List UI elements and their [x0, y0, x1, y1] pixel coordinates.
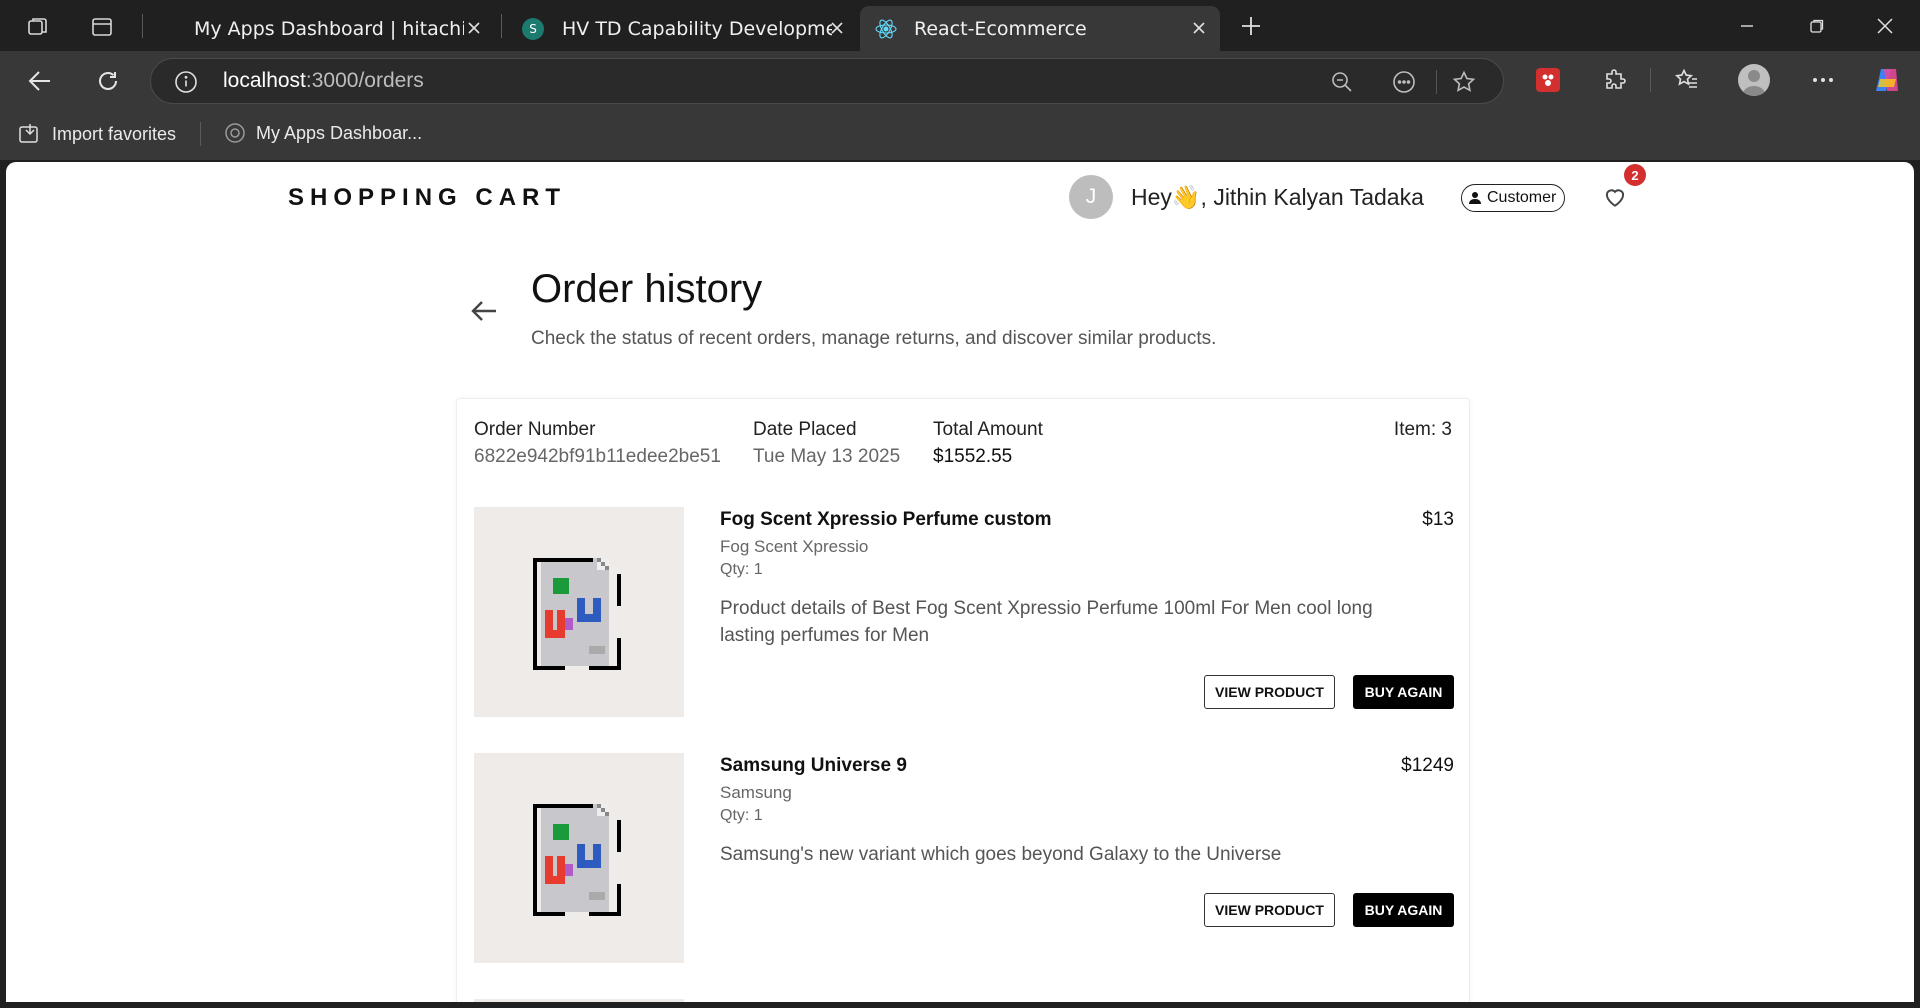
workspaces-icon[interactable]	[24, 13, 52, 41]
minimize-icon[interactable]	[1730, 12, 1764, 40]
total-amount-value: $1552.55	[933, 446, 1013, 467]
navigation-toolbar: localhost:3000/orders	[0, 51, 1920, 109]
close-icon[interactable]	[826, 17, 848, 39]
broken-image-icon[interactable]	[474, 753, 684, 963]
buy-again-button[interactable]: BUY AGAIN	[1353, 893, 1454, 927]
item-quantity: Qty: 1	[720, 561, 763, 578]
item-description: Samsung's new variant which goes beyond …	[720, 844, 1282, 865]
item-name[interactable]: Samsung Universe 9	[720, 755, 907, 777]
url-text[interactable]: localhost:3000/orders	[223, 69, 424, 93]
order-number-value: 6822e942bf91b11edee2be51	[474, 446, 721, 467]
broken-image-icon[interactable]	[474, 507, 684, 717]
page-subtitle: Check the status of recent orders, manag…	[531, 328, 1217, 349]
favorites-separator	[200, 122, 201, 146]
role-badge: Customer	[1461, 184, 1566, 212]
wishlist-count-badge: 2	[1624, 164, 1646, 186]
favorites-bar: Import favorites My Apps Dashboar...	[0, 109, 1920, 160]
buy-again-button[interactable]: BUY AGAIN	[1353, 675, 1454, 709]
import-favorites-label: Import favorites	[52, 123, 177, 144]
item-price: $1249	[1401, 755, 1454, 776]
close-icon[interactable]	[463, 17, 485, 39]
user-icon	[1469, 192, 1481, 204]
item-quantity: Qty: 1	[720, 807, 763, 824]
refresh-icon[interactable]	[92, 65, 124, 97]
back-icon[interactable]	[24, 65, 56, 97]
profile-avatar-icon[interactable]	[1737, 63, 1771, 97]
my-apps-favorite-label: My Apps Dashboar...	[256, 122, 423, 143]
item-brand: Samsung	[720, 783, 792, 802]
tab-title: My Apps Dashboard | hitachivanta	[194, 17, 464, 40]
greeting-text: Hey👋, Jithin Kalyan Tadaka	[1131, 184, 1424, 210]
url-path: :3000/orders	[305, 69, 424, 92]
tab-title: HV TD Capability Development (L	[562, 17, 832, 40]
brand-logo[interactable]: SHOPPING CART	[288, 184, 566, 212]
item-description: Product details of Best Fog Scent Xpress…	[720, 598, 1373, 646]
tab-hv-td[interactable]: S HV TD Capability Development (L	[508, 6, 858, 51]
tab-my-apps[interactable]: My Apps Dashboard | hitachivanta	[180, 6, 495, 51]
tab-separator	[142, 14, 143, 38]
react-icon	[874, 17, 898, 41]
import-icon	[19, 124, 38, 143]
role-label: Customer	[1487, 189, 1557, 206]
close-window-icon[interactable]	[1868, 12, 1902, 40]
item-count: Item: 3	[1393, 419, 1452, 440]
back-arrow-icon[interactable]	[468, 295, 504, 331]
copilot-icon[interactable]	[1870, 63, 1904, 97]
restore-icon[interactable]	[1800, 12, 1834, 40]
site-info-icon[interactable]	[173, 69, 199, 95]
my-apps-favorite-item[interactable]: My Apps Dashboar...	[224, 122, 422, 144]
my-apps-site-icon	[225, 123, 245, 143]
item-name[interactable]: Fog Scent Xpressio Perfume custom	[720, 509, 1052, 531]
close-icon[interactable]	[1188, 17, 1210, 39]
tab-title: React-Ecommerce	[914, 17, 1087, 40]
favorites-icon[interactable]	[1672, 65, 1702, 95]
toolbar-separator	[1650, 68, 1651, 92]
total-amount-label: Total Amount	[933, 419, 1043, 440]
order-item: Fog Scent Xpressio Perfume custom Fog Sc…	[474, 507, 1454, 719]
extensions-icon[interactable]	[1600, 65, 1630, 95]
date-placed-value: Tue May 13 2025	[753, 446, 901, 467]
order-card: Order Number 6822e942bf91b11edee2be51 Da…	[456, 398, 1470, 1002]
item-brand: Fog Scent Xpressio	[720, 537, 869, 556]
view-product-button[interactable]: VIEW PRODUCT	[1204, 675, 1335, 709]
tab-bar: My Apps Dashboard | hitachivanta S HV TD…	[0, 0, 1920, 51]
order-item-partial	[474, 999, 684, 1002]
new-tab-plus-icon[interactable]	[1236, 11, 1266, 41]
view-product-button[interactable]: VIEW PRODUCT	[1204, 893, 1335, 927]
tab-separator	[501, 14, 502, 38]
order-item: Samsung Universe 9 Samsung Qty: 1 $1249 …	[474, 753, 1454, 965]
wishlist-heart-icon[interactable]	[1602, 184, 1630, 212]
item-price: $13	[1422, 509, 1454, 530]
reading-mode-icon[interactable]	[1391, 69, 1417, 95]
vertical-tabs-icon[interactable]	[88, 13, 116, 41]
avatar[interactable]: J	[1069, 175, 1113, 219]
extension-app-icon[interactable]	[1533, 65, 1563, 95]
sharepoint-icon: S	[522, 17, 544, 40]
more-options-icon[interactable]	[1808, 65, 1838, 95]
page-title: Order history	[531, 267, 763, 311]
tab-react-ecommerce[interactable]: React-Ecommerce	[860, 6, 1220, 51]
url-host: localhost	[223, 69, 306, 92]
address-bar[interactable]: localhost:3000/orders	[150, 58, 1504, 104]
zoom-out-icon[interactable]	[1329, 69, 1355, 95]
page-viewport: SHOPPING CART J Hey👋, Jithin Kalyan Tada…	[6, 162, 1914, 1002]
date-placed-label: Date Placed	[753, 419, 857, 440]
order-number-label: Order Number	[474, 419, 596, 440]
import-favorites-item[interactable]: Import favorites	[18, 122, 176, 146]
favorite-star-icon[interactable]	[1451, 69, 1477, 95]
address-separator	[1436, 70, 1437, 94]
